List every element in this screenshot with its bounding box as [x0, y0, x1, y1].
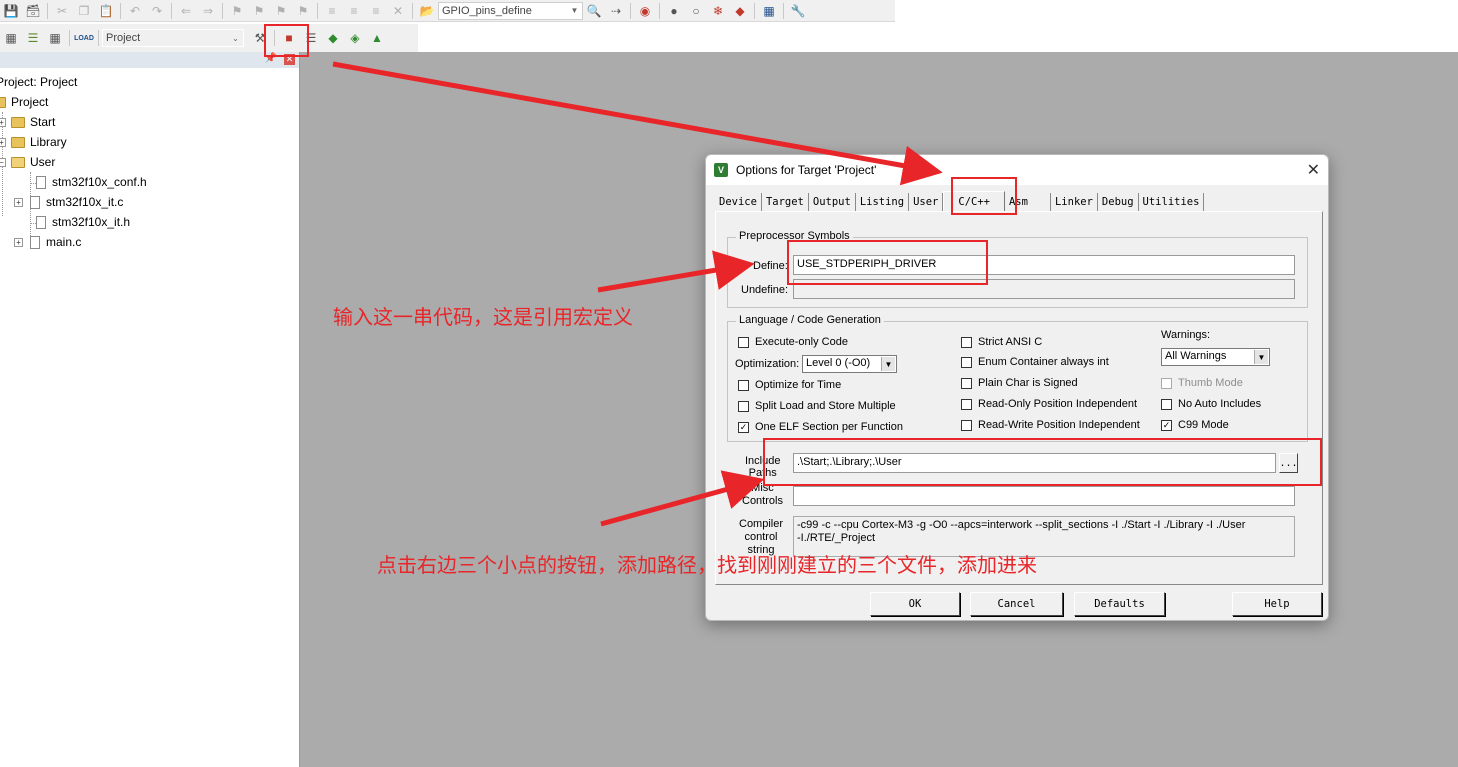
annotation-arrows	[332, 61, 943, 527]
annotation-define-note: 输入这一串代码，这是引用宏定义	[333, 307, 633, 329]
arrow-to-cpp-tab	[332, 61, 943, 186]
annotation-paths-note: 点击右边三个小点的按钮，添加路径，找到刚刚建立的三个文件，添加进来	[377, 555, 1037, 577]
arrow-to-include-paths	[600, 470, 765, 527]
arrow-to-define	[597, 250, 755, 293]
